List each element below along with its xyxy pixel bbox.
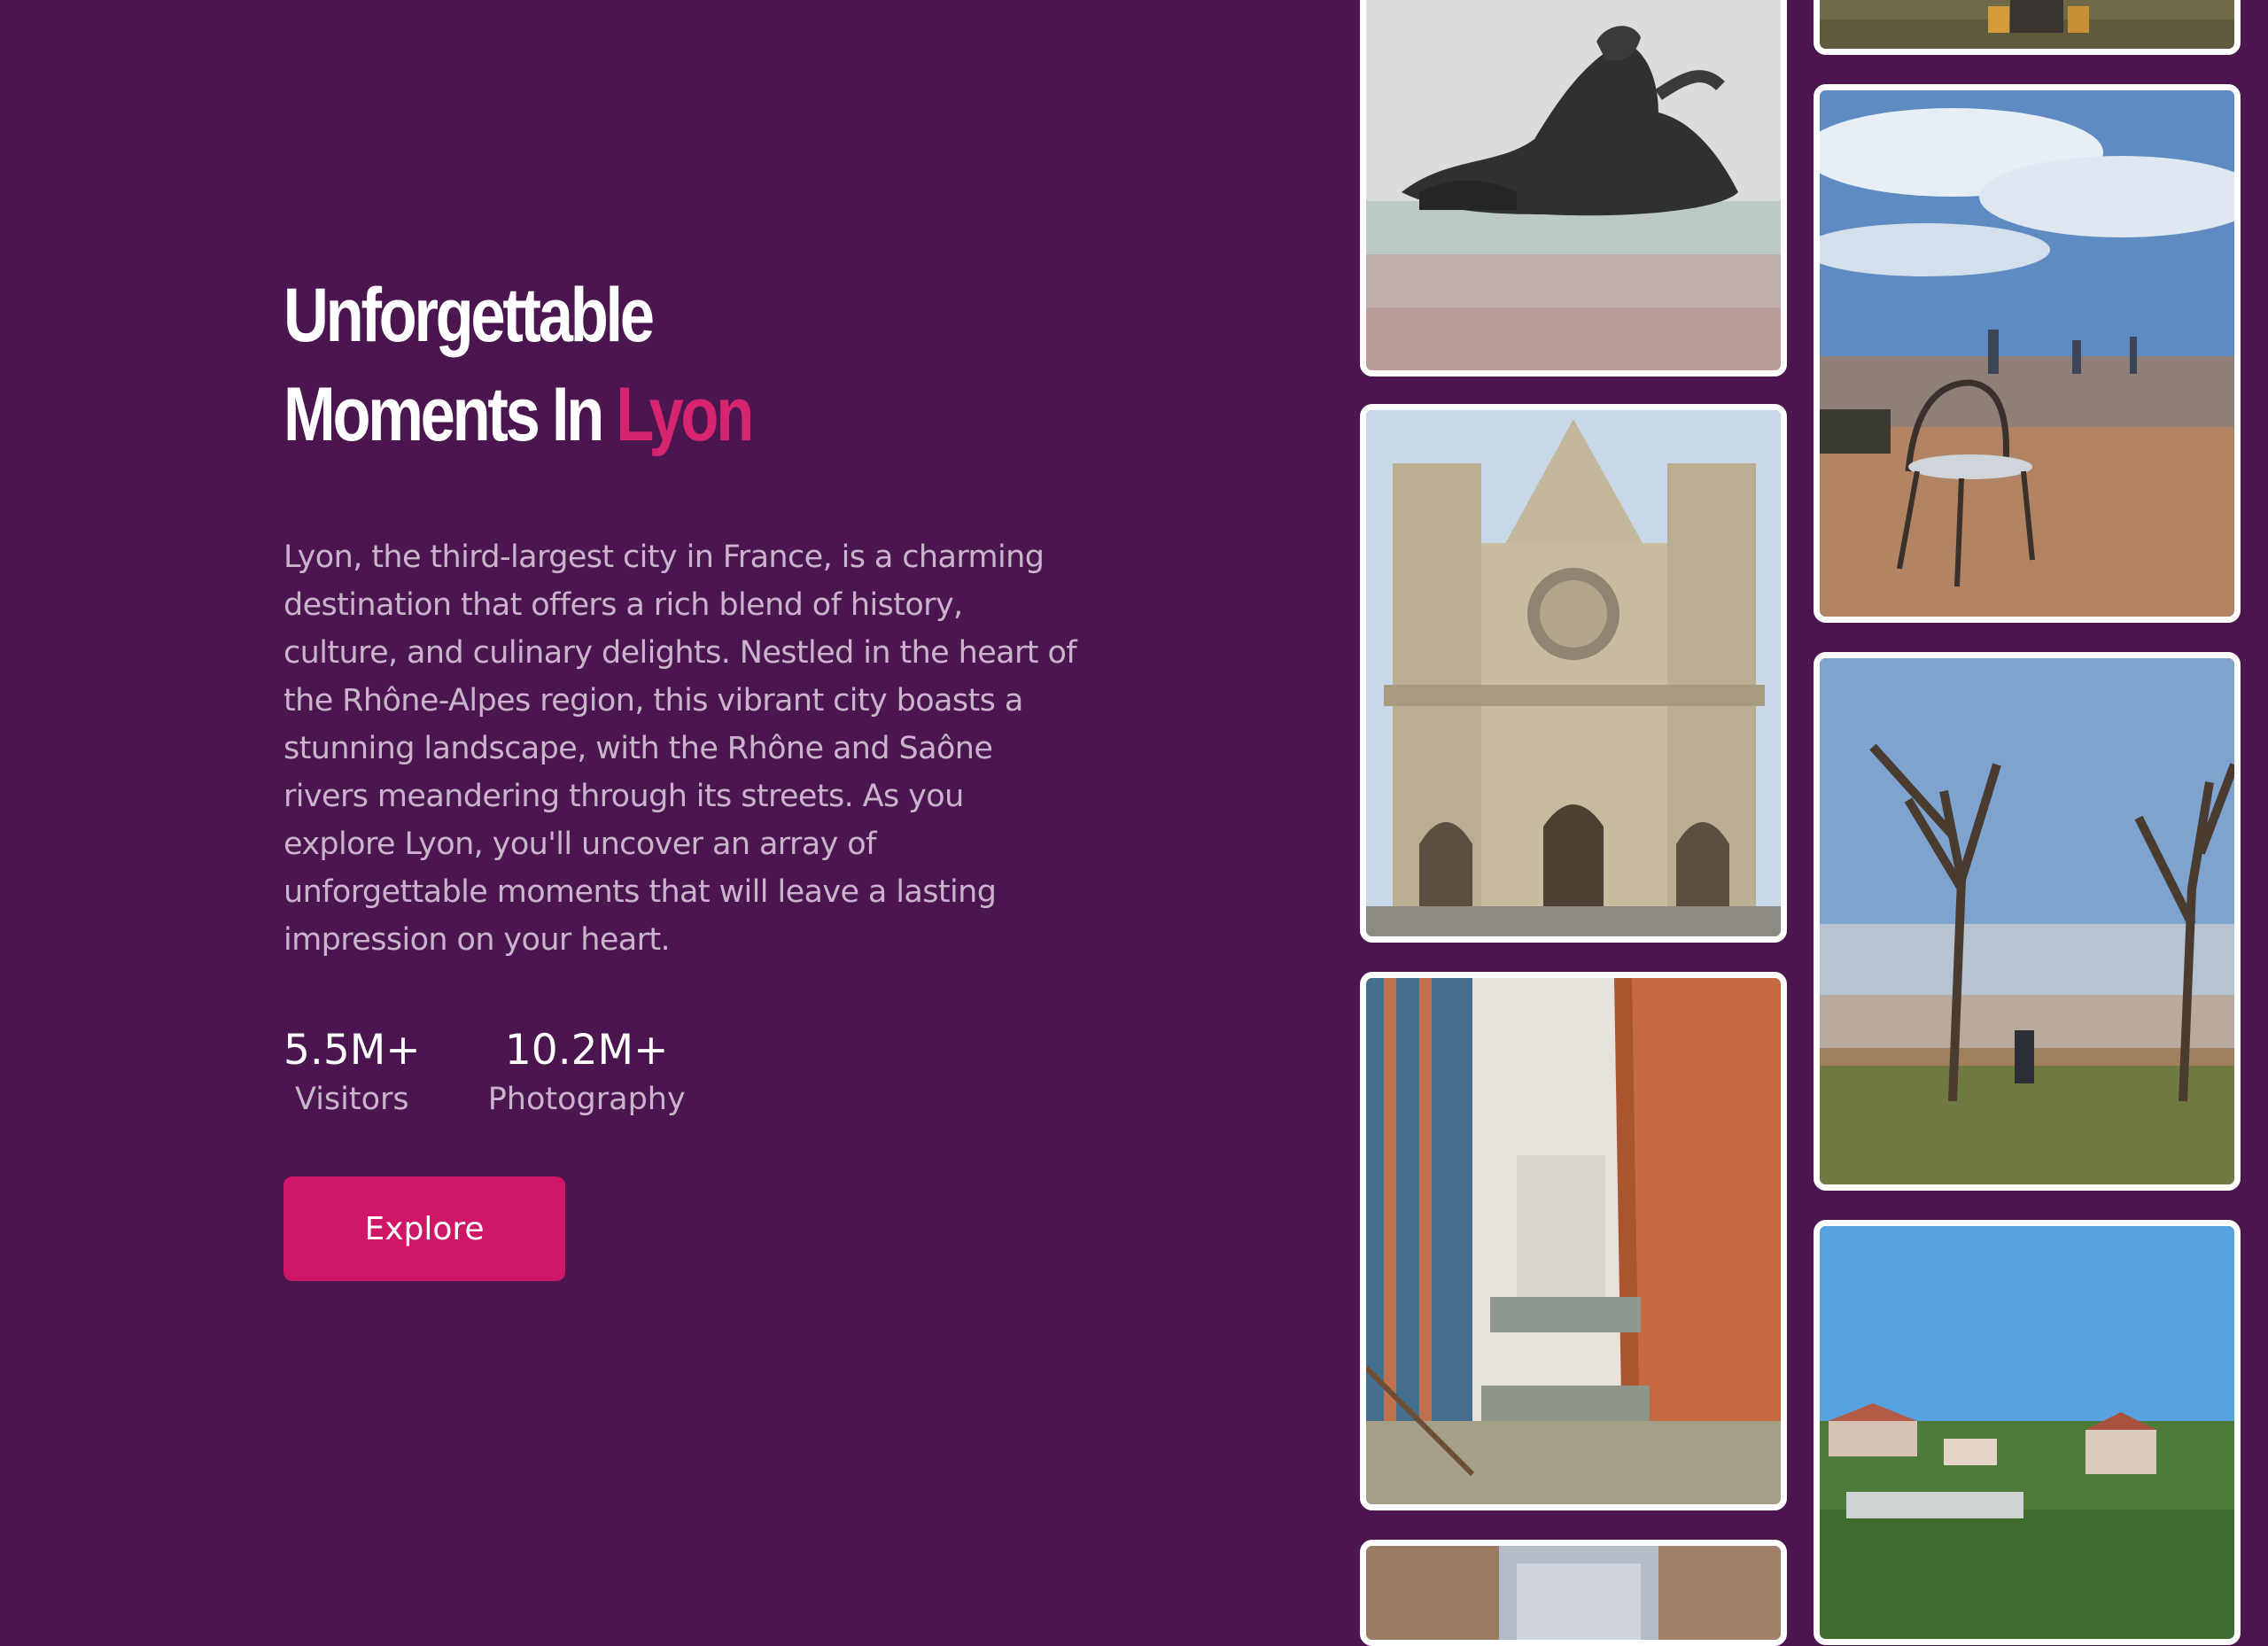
hero-description: Lyon, the third-largest city in France, … bbox=[284, 540, 1077, 958]
stat-value: 5.5M+ bbox=[284, 1026, 421, 1075]
gallery-card-street[interactable] bbox=[1360, 1540, 1787, 1646]
atrium-photo bbox=[1366, 978, 1781, 1504]
street-photo bbox=[1366, 1546, 1781, 1640]
title-line-1: Unforgettable bbox=[284, 273, 655, 358]
gallery-card-statue[interactable] bbox=[1360, 0, 1787, 377]
hero-section: Unforgettable Moments In Lyon Lyon, the … bbox=[284, 266, 1099, 1281]
title-accent: Lyon bbox=[616, 372, 754, 457]
explore-button[interactable]: Explore bbox=[284, 1176, 565, 1281]
title-line-2: Moments In bbox=[284, 372, 617, 457]
gallery-card-atrium[interactable] bbox=[1360, 972, 1787, 1510]
trees-photo bbox=[1820, 658, 2234, 1184]
grass-photo bbox=[1820, 0, 2234, 49]
page-title: Unforgettable Moments In Lyon bbox=[284, 266, 951, 464]
gallery-card-cathedral[interactable] bbox=[1360, 404, 1787, 943]
stats-row: 5.5M+ Visitors 10.2M+ Photography bbox=[284, 1026, 1099, 1122]
statue-photo bbox=[1366, 0, 1781, 370]
stat-label: Visitors bbox=[295, 1082, 409, 1117]
gallery-card-hillside[interactable] bbox=[1814, 1220, 2241, 1645]
stat-value: 10.2M+ bbox=[504, 1026, 669, 1075]
gallery-card-trees[interactable] bbox=[1814, 652, 2241, 1191]
gallery-card-chair[interactable] bbox=[1814, 84, 2241, 623]
cathedral-photo bbox=[1366, 410, 1781, 936]
chair-photo bbox=[1820, 90, 2234, 617]
stat-visitors: 5.5M+ Visitors bbox=[284, 1026, 421, 1122]
stat-label: Photography bbox=[487, 1082, 686, 1117]
stat-photography: 10.2M+ Photography bbox=[488, 1026, 686, 1122]
gallery-card-grass[interactable] bbox=[1814, 0, 2241, 55]
hillside-photo bbox=[1820, 1226, 2234, 1639]
